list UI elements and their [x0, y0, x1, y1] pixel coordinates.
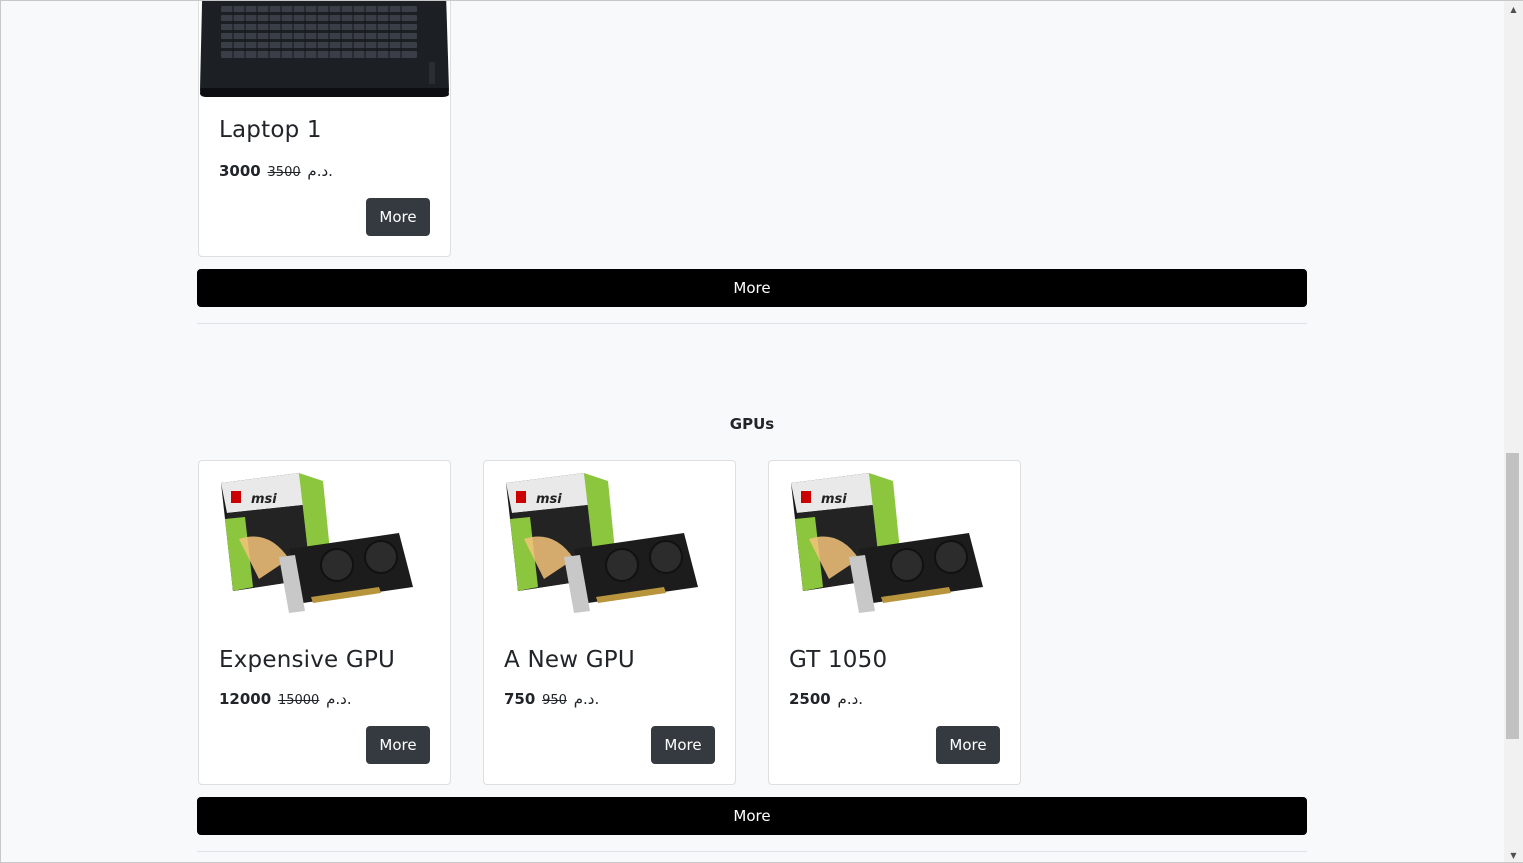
- current-price: 750: [504, 690, 536, 708]
- product-title: GT 1050: [789, 647, 888, 673]
- section-divider: [197, 323, 1307, 324]
- laptop-image: [199, 1, 450, 98]
- scroll-down-arrow-icon[interactable]: ▼: [1504, 847, 1523, 862]
- svg-text:msi: msi: [251, 492, 277, 507]
- currency: د.م.: [837, 690, 864, 708]
- old-price: 3500: [267, 165, 301, 180]
- scroll-up-arrow-icon[interactable]: ▲: [1504, 1, 1523, 18]
- currency: د.م.: [307, 162, 333, 180]
- section-divider: [197, 851, 1307, 852]
- more-button[interactable]: More: [651, 726, 715, 764]
- scrollbar-thumb[interactable]: [1506, 453, 1519, 739]
- product-price: 750 950 د.م.: [504, 690, 599, 708]
- product-title: Laptop 1: [219, 117, 322, 143]
- product-card[interactable]: msi GT 1050 2500 د.م. More: [768, 460, 1021, 785]
- current-price: 12000: [219, 690, 272, 708]
- section-title: GPUs: [729, 415, 775, 433]
- more-gpus-button[interactable]: More: [197, 797, 1307, 835]
- svg-text:msi: msi: [536, 492, 562, 507]
- product-price: 3000 3500 د.م.: [219, 162, 333, 180]
- svg-text:msi: msi: [821, 492, 847, 507]
- gpu-image: msi: [484, 469, 735, 619]
- vertical-scrollbar[interactable]: ▲ ▼: [1504, 1, 1523, 862]
- more-button[interactable]: More: [366, 198, 430, 236]
- product-card[interactable]: msi A New GPU 750 950 د.م. More: [483, 460, 736, 785]
- product-price: 12000 15000 د.م.: [219, 690, 352, 708]
- currency: د.م.: [573, 690, 600, 708]
- more-button[interactable]: More: [936, 726, 1000, 764]
- product-title: Expensive GPU: [219, 647, 396, 673]
- old-price: 15000: [277, 693, 320, 708]
- old-price: 950: [542, 693, 567, 708]
- current-price: 2500: [789, 690, 831, 708]
- product-card[interactable]: Laptop 1 3000 3500 د.م. More: [198, 1, 451, 257]
- product-title: A New GPU: [504, 647, 635, 673]
- more-laptops-button[interactable]: More: [197, 269, 1307, 307]
- more-button[interactable]: More: [366, 726, 430, 764]
- page-viewport: Laptop 1 3000 3500 د.م. More More GPUs m…: [0, 0, 1523, 863]
- product-price: 2500 د.م.: [789, 690, 863, 708]
- product-card[interactable]: msi Expensive GPU 12000 15000 د.م. More: [198, 460, 451, 785]
- gpu-image: msi: [769, 469, 1020, 619]
- currency: د.م.: [326, 690, 352, 708]
- current-price: 3000: [219, 162, 261, 180]
- gpu-image: msi: [199, 469, 450, 619]
